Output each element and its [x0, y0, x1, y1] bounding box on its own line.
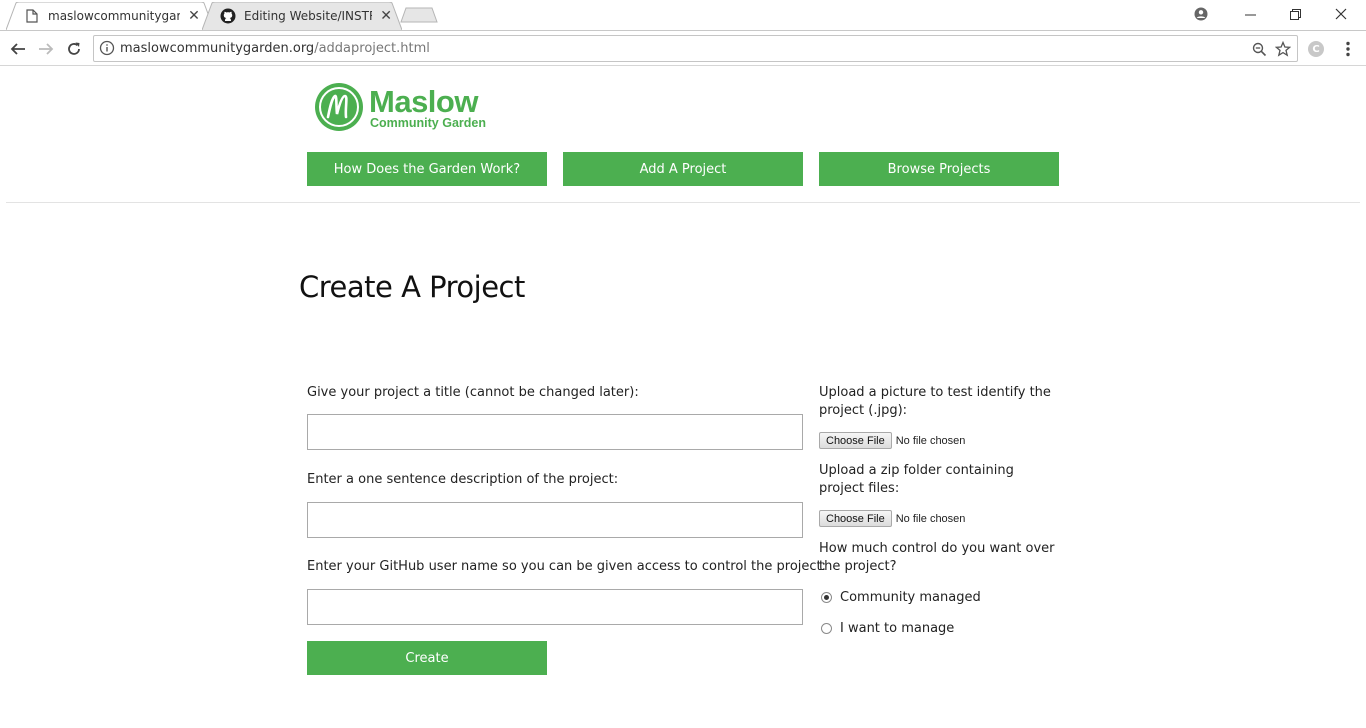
- picture-upload-label: Upload a picture to test identify the pr…: [819, 385, 1051, 418]
- forward-arrow-icon[interactable]: [34, 37, 58, 61]
- project-description-input[interactable]: [307, 502, 803, 538]
- minimize-icon[interactable]: [1227, 0, 1273, 28]
- restore-icon[interactable]: [1272, 0, 1318, 28]
- page-title: Create A Project: [299, 270, 525, 304]
- header-divider: [6, 202, 1360, 203]
- zip-upload-label: Upload a zip folder containing project f…: [819, 463, 1014, 496]
- tab-title: Editing Website/INSTRUC: [244, 9, 372, 23]
- create-button[interactable]: Create: [307, 641, 547, 675]
- radio-label: Community managed: [840, 590, 981, 605]
- radio-button[interactable]: [821, 623, 832, 634]
- close-icon[interactable]: ✕: [380, 8, 392, 24]
- reload-icon[interactable]: [62, 37, 86, 61]
- radio-button-checked[interactable]: [821, 592, 832, 603]
- tab-github[interactable]: Editing Website/INSTRUC ✕: [202, 2, 402, 30]
- choose-zip-button[interactable]: Choose File: [819, 510, 892, 527]
- nav-add-project-button[interactable]: Add A Project: [563, 152, 803, 186]
- info-icon[interactable]: [99, 40, 115, 56]
- radio-option-i-want-to-manage[interactable]: I want to manage: [821, 621, 954, 636]
- radio-option-community-managed[interactable]: Community managed: [821, 590, 981, 605]
- tab-strip: maslowcommunitygarde ✕ Editing Website/I…: [0, 0, 1366, 30]
- choose-picture-button[interactable]: Choose File: [819, 432, 892, 449]
- radio-label: I want to manage: [840, 621, 955, 636]
- logo-subtitle: Community Garden: [370, 116, 486, 130]
- picture-file-status: No file chosen: [895, 434, 966, 447]
- github-username-input[interactable]: [307, 589, 803, 625]
- control-question-label: How much control do you want over the pr…: [819, 541, 1055, 574]
- close-window-icon[interactable]: [1318, 0, 1364, 28]
- extension-letter: C: [1312, 43, 1320, 55]
- github-field-label: Enter your GitHub user name so you can b…: [307, 559, 827, 574]
- maslow-logo-icon: [315, 83, 363, 131]
- profile-icon[interactable]: [1178, 0, 1224, 28]
- document-icon: [24, 8, 40, 24]
- star-icon[interactable]: [1274, 40, 1292, 58]
- extension-icon[interactable]: C: [1304, 37, 1328, 61]
- zip-file-picker[interactable]: Choose File No file chosen: [819, 510, 965, 527]
- zoom-icon[interactable]: [1250, 40, 1268, 58]
- url-host: maslowcommunitygarden.org: [120, 41, 315, 56]
- browser-toolbar: maslowcommunitygarden.org/addaproject.ht…: [0, 30, 1366, 66]
- site-logo[interactable]: Maslow Community Garden: [314, 82, 494, 134]
- close-icon[interactable]: ✕: [188, 8, 200, 24]
- description-field-label: Enter a one sentence description of the …: [307, 472, 619, 487]
- zip-file-status: No file chosen: [895, 512, 966, 525]
- address-bar[interactable]: maslowcommunitygarden.org/addaproject.ht…: [93, 35, 1298, 62]
- title-field-label: Give your project a title (cannot be cha…: [307, 385, 639, 400]
- back-arrow-icon[interactable]: [6, 37, 30, 61]
- picture-file-picker[interactable]: Choose File No file chosen: [819, 432, 965, 449]
- url-path: /addaproject.html: [314, 41, 430, 56]
- logo-name: Maslow: [369, 84, 478, 119]
- tab-maslow[interactable]: maslowcommunitygarde ✕: [6, 2, 214, 30]
- url-text[interactable]: maslowcommunitygarden.org/addaproject.ht…: [120, 41, 430, 56]
- new-tab-button[interactable]: [400, 7, 438, 23]
- menu-dots-icon[interactable]: [1336, 37, 1360, 61]
- project-title-input[interactable]: [307, 414, 803, 450]
- nav-browse-projects-button[interactable]: Browse Projects: [819, 152, 1059, 186]
- github-icon: [220, 8, 236, 24]
- nav-how-garden-works-button[interactable]: How Does the Garden Work?: [307, 152, 547, 186]
- tab-title: maslowcommunitygarde: [48, 9, 180, 23]
